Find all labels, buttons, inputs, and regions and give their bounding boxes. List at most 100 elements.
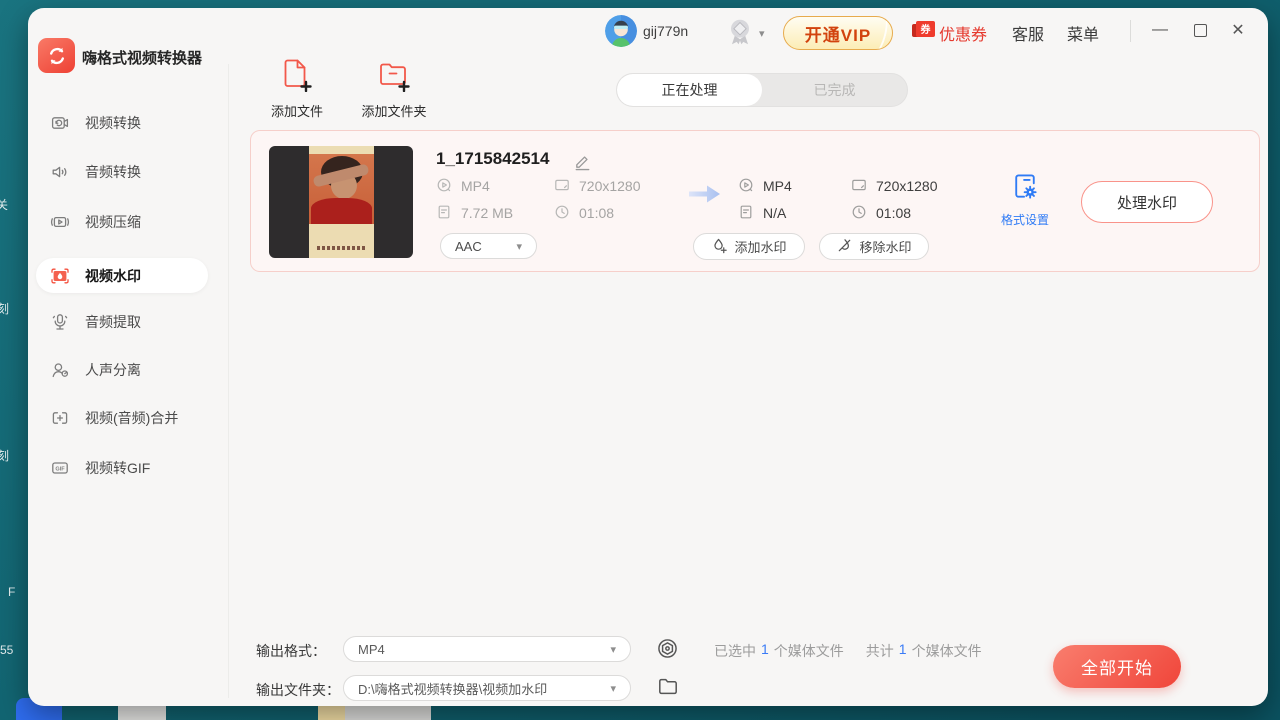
clock-icon [554,204,570,223]
desktop-icon-label-fragment: 刻 [0,447,9,464]
target-duration-cell: 01:08 [851,204,911,222]
total-count: 1 [899,641,907,661]
output-folder-value: D:\嗨格式视频转换器\视频加水印 [358,679,547,698]
app-logo [38,38,75,73]
video-compress-icon [50,212,70,232]
rename-pencil-icon[interactable] [573,152,592,176]
sidebar-item-label: 音频转换 [85,162,141,182]
sidebar-item-label: 人声分离 [85,360,141,380]
sidebar-item-video-compress[interactable]: 视频压缩 [36,204,208,240]
sidebar-item-video-convert[interactable]: 视频转换 [36,105,208,141]
customer-service-button[interactable]: 客服 [1012,21,1044,45]
caret-down-icon: ▾ [516,240,522,253]
sidebar-item-label: 视频转换 [85,113,141,133]
sidebar-item-voice-separate[interactable]: 人声分离 [36,352,208,388]
titlebar-divider [1130,20,1131,42]
target-resolution-cell: 720x1280 [851,177,938,195]
format-settings-button[interactable]: 格式设置 [995,171,1055,228]
add-file-button[interactable]: 添加文件 [268,58,326,120]
process-watermark-button[interactable]: 处理水印 [1081,181,1213,223]
source-format-cell: MP4 [436,177,490,195]
app-title: 嗨格式视频转换器 [82,47,202,68]
sidebar-item-label: 音频提取 [85,312,141,332]
sidebar-item-video-watermark[interactable]: 视频水印 [36,258,208,293]
svg-text:券: 券 [920,23,932,36]
file-size-icon [436,204,452,223]
watermark-add-icon [711,237,728,257]
start-all-button[interactable]: 全部开始 [1053,645,1181,688]
username-label: gij779n [643,23,688,39]
thumbnail-frame [309,146,374,258]
sidebar-item-label: 视频转GIF [85,458,150,478]
tab-processing[interactable]: 正在处理 [617,74,762,106]
clock-icon [851,204,867,223]
desktop-icon-label-fragment: 关 [0,196,8,213]
svg-text:GIF: GIF [55,466,65,472]
audio-codec-dropdown[interactable]: AAC ▾ [440,233,537,259]
sidebar-item-audio-extract[interactable]: 音频提取 [36,304,208,340]
screen-icon [554,177,570,196]
video-thumbnail[interactable] [269,146,413,258]
add-file-icon [282,58,312,97]
desktop-icon-label-fragment: 刻 [0,300,9,317]
file-title: 1_1715842514 [436,149,549,169]
add-file-label: 添加文件 [271,101,323,120]
media-file-card: 1_1715842514 MP4 720x1280 [250,130,1260,272]
open-folder-icon[interactable] [657,676,679,702]
output-format-label: 输出格式： [256,641,326,661]
voice-separate-icon [50,360,70,380]
sidebar-item-audio-convert[interactable]: 音频转换 [36,154,208,190]
video-convert-icon [50,113,70,133]
media-merge-icon [50,408,70,428]
selection-status: 已选中1个媒体文件 共计1个媒体文件 [714,641,982,661]
maximize-icon [1194,24,1207,37]
video-format-icon [436,177,452,196]
user-avatar[interactable] [605,15,637,47]
tab-completed[interactable]: 已完成 [762,74,907,106]
output-format-dropdown[interactable]: MP4 ▾ [343,636,631,662]
audio-codec-value: AAC [455,239,482,254]
output-folder-label: 输出文件夹： [256,680,340,700]
sidebar-item-label: 视频压缩 [85,212,141,232]
source-duration-cell: 01:08 [554,204,614,222]
minimize-button[interactable]: — [1146,16,1174,44]
sidebar-item-media-merge[interactable]: 视频(音频)合并 [36,400,208,436]
sidebar-item-label: 视频水印 [85,266,141,286]
sidebar-item-video-to-gif[interactable]: GIF 视频转GIF [36,450,208,486]
thumbnail-photo [309,154,374,224]
watermark-remove-icon [836,237,853,257]
thumbnail-caption-smudge [317,246,365,250]
audio-convert-icon [50,162,70,182]
coupon-ticket-icon: 券 [912,21,935,45]
coupon-button[interactable]: 券 优惠券 [912,21,987,45]
add-folder-icon [378,58,410,97]
output-folder-dropdown[interactable]: D:\嗨格式视频转换器\视频加水印 ▾ [343,675,631,701]
close-button[interactable]: ✕ [1224,16,1252,44]
caret-down-icon: ▾ [610,643,616,656]
remove-watermark-button[interactable]: 移除水印 [819,233,929,260]
convert-arrow-icon [687,181,723,212]
queue-tabs: 正在处理 已完成 [616,73,908,107]
maximize-button[interactable] [1186,16,1214,44]
target-format-cell: MP4 [738,177,792,195]
open-vip-button[interactable]: 开通VIP [783,16,893,50]
output-format-value: MP4 [358,642,385,657]
video-to-gif-icon: GIF [50,458,70,478]
sidebar-item-label: 视频(音频)合并 [85,408,178,428]
member-badge-icon[interactable] [723,14,757,55]
caret-down-icon: ▾ [610,682,616,695]
source-resolution-cell: 720x1280 [554,177,641,195]
menu-button[interactable]: 菜单 [1067,21,1099,45]
audio-extract-icon [50,312,70,332]
target-size-cell: N/A [738,204,786,222]
video-watermark-icon [50,266,70,286]
selected-count: 1 [761,641,769,661]
format-gear-icon[interactable] [656,637,679,665]
add-folder-button[interactable]: 添加文件夹 [356,58,432,120]
badge-caret-down-icon[interactable]: ▾ [759,27,765,40]
sidebar-divider [228,64,229,698]
add-watermark-button[interactable]: 添加水印 [693,233,805,260]
app-window: gij779n ▾ 开通VIP 券 优惠券 客服 菜单 — ✕ [28,8,1268,706]
background-window-fragment [118,704,166,720]
screen-icon [851,177,867,196]
